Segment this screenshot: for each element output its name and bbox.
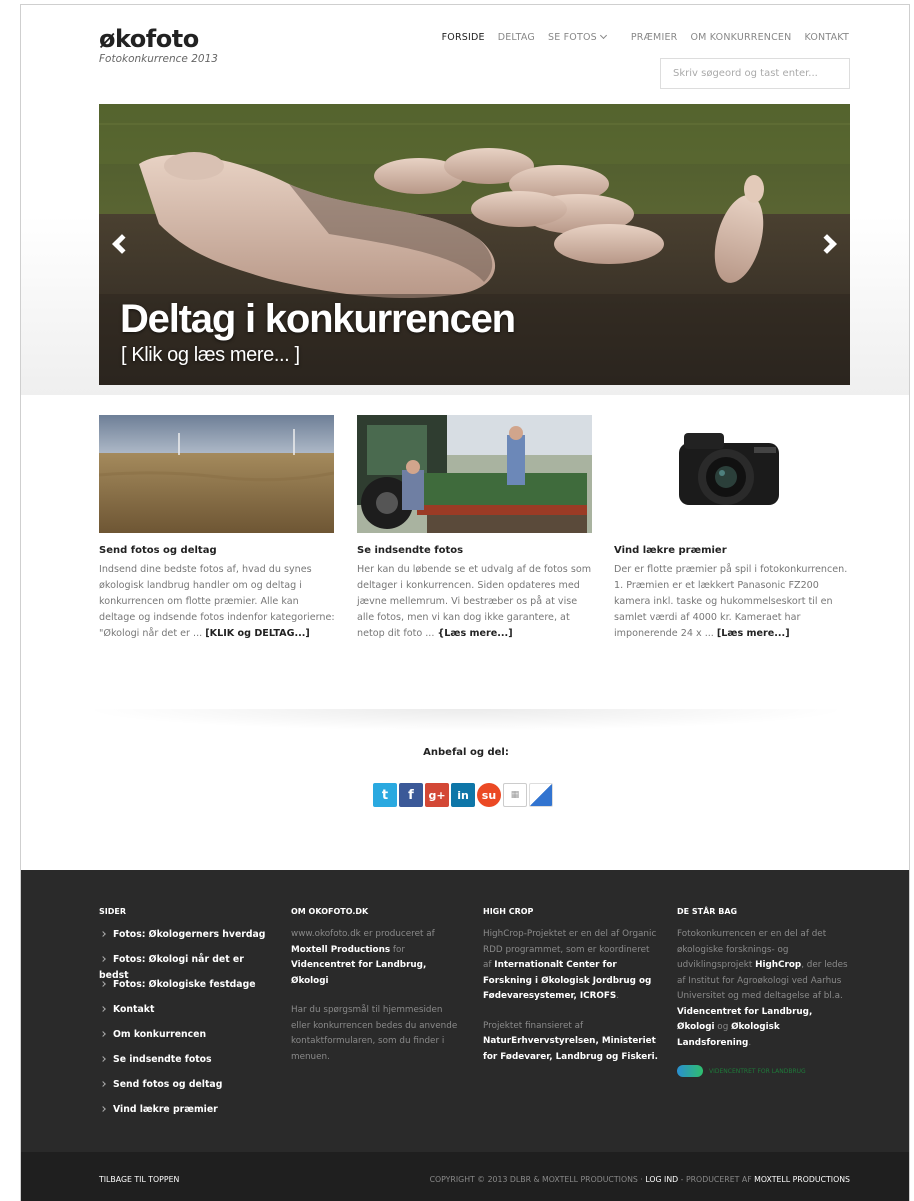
back-to-top-link[interactable]: TILBAGE TIL TOPPEN [99, 1175, 179, 1184]
footer-link[interactable]: Vind lækre præmier [99, 1102, 274, 1127]
footer-col-highcrop: HIGH CROP HighCrop-Projektet er en del a… [483, 907, 658, 1079]
footer-col-sider: SIDER Fotos: Økologerners hverdag Fotos:… [99, 907, 274, 1127]
page-frame: økofoto Fotokonkurrence 2013 FORSIDE DEL… [20, 4, 910, 1201]
videncentret-logo[interactable]: VIDENCENTRET FOR LANDBRUG [677, 1065, 852, 1077]
search-input[interactable]: Skriv søgeord og tast enter... [660, 58, 850, 89]
google-plus-icon[interactable]: g+ [425, 783, 449, 807]
thumb-wheat-field[interactable] [99, 415, 334, 533]
digg-icon[interactable]: ▦ [503, 783, 527, 807]
delicious-icon[interactable] [529, 783, 553, 807]
nav-se-fotos[interactable]: SE FOTOS [547, 31, 607, 43]
stumbleupon-icon[interactable]: su [477, 783, 501, 807]
videncentret-link[interactable]: Videncentret for Landbrug, Økologi [291, 960, 426, 986]
chevron-right-icon [100, 1056, 106, 1062]
linkedin-icon[interactable]: in [451, 783, 475, 807]
thumb-camera[interactable] [614, 415, 849, 533]
main-nav: FORSIDE DELTAG SE FOTOS PRÆMIER OM KONKU… [429, 31, 849, 43]
footer-text: Fotokonkurrencen er en del af det økolog… [677, 929, 848, 1048]
ministeriet-link[interactable]: NaturErhvervstyrelsen, Ministeriet for F… [483, 1036, 658, 1062]
nav-kontakt[interactable]: KONTAKT [804, 32, 849, 43]
login-link[interactable]: LOG IND [645, 1175, 678, 1184]
footer-page-list: Fotos: Økologerners hverdag Fotos: Økolo… [99, 927, 274, 1127]
footer-text: Har du spørgsmål til hjemmesiden eller k… [291, 1005, 458, 1062]
hero-image-pigs [99, 104, 850, 385]
feature-text: Her kan du løbende se et udvalg af de fo… [357, 564, 592, 639]
feature-send-fotos: Send fotos og deltag Indsend dine bedste… [99, 415, 335, 642]
site-logo[interactable]: økofoto [99, 25, 199, 53]
footer-heading: SIDER [99, 907, 127, 916]
read-more-link[interactable]: {Læs mere...] [437, 628, 512, 639]
read-more-link[interactable]: [Læs mere...] [717, 628, 790, 639]
camera-image [614, 415, 849, 533]
moxtell-link[interactable]: Moxtell Productions [291, 945, 390, 955]
icrofs-link[interactable]: Internationalt Center for Forskning i Øk… [483, 960, 651, 1001]
wheat-field-image [99, 415, 334, 533]
nav-forside[interactable]: FORSIDE [442, 32, 485, 43]
nav-om-konkurrencen[interactable]: OM KONKURRENCEN [690, 32, 791, 43]
chevron-right-icon [100, 931, 106, 937]
footer-col-om: OM OKOFOTO.DK www.okofoto.dk er producer… [291, 907, 461, 1079]
footer-heading: HIGH CROP [483, 907, 534, 916]
twitter-icon[interactable]: t [373, 783, 397, 807]
feature-title[interactable]: Vind lækre præmier [614, 545, 850, 556]
footer-text: HighCrop-Projektet er en del af Organic … [483, 929, 657, 1001]
section-divider [81, 709, 851, 731]
site-tagline: Fotokonkurrence 2013 [99, 53, 218, 65]
footer-heading: DE STÅR BAG [677, 907, 738, 916]
nav-deltag[interactable]: DELTAG [498, 32, 535, 43]
footer-link[interactable]: Fotos: Økologerners hverdag [99, 927, 274, 952]
feature-se-fotos: Se indsendte fotos Her kan du løbende se… [357, 415, 593, 642]
site-footer: SIDER Fotos: Økologerners hverdag Fotos:… [21, 870, 909, 1152]
footer-col-bag: DE STÅR BAG Fotokonkurrencen er en del a… [677, 907, 852, 1077]
share-title: Anbefal og del: [423, 747, 509, 758]
feature-vind-praemier: Vind lækre præmier Der er flotte præmier… [614, 415, 850, 642]
footer-bottom-bar: TILBAGE TIL TOPPEN COPYRIGHT © 2013 DLBR… [21, 1152, 909, 1201]
nav-se-fotos-label: SE FOTOS [547, 32, 597, 43]
footer-heading: OM OKOFOTO.DK [291, 907, 369, 916]
slider-next-arrow-icon[interactable] [817, 232, 840, 260]
feature-title[interactable]: Send fotos og deltag [99, 545, 335, 556]
chevron-right-icon [100, 956, 106, 962]
chevron-down-icon [599, 31, 607, 40]
footer-text: Projektet finansieret af NaturErhvervsty… [483, 1020, 658, 1062]
share-icons: t f g+ in su ▦ [373, 783, 553, 807]
thumb-tractor[interactable] [357, 415, 592, 533]
footer-link[interactable]: Fotos: Økologiske festdage [99, 977, 274, 1002]
read-more-link[interactable]: [KLIK og DELTAG...] [205, 628, 310, 639]
copyright-text: COPYRIGHT © 2013 DLBR & MOXTELL PRODUCTI… [429, 1175, 850, 1184]
footer-link[interactable]: Om konkurrencen [99, 1027, 274, 1052]
moxtell-link[interactable]: MOXTELL PRODUCTIONS [754, 1175, 850, 1184]
footer-link[interactable]: Kontakt [99, 1002, 274, 1027]
logo-text: VIDENCENTRET FOR LANDBRUG [709, 1067, 806, 1075]
chevron-right-icon [100, 1106, 106, 1112]
chevron-right-icon [100, 1081, 106, 1087]
tractor-image [357, 415, 592, 533]
footer-text: www.okofoto.dk er produceret af Moxtell … [291, 929, 435, 986]
logo-mark-icon [677, 1065, 703, 1077]
facebook-icon[interactable]: f [399, 783, 423, 807]
footer-link[interactable]: Se indsendte fotos [99, 1052, 274, 1077]
feature-title[interactable]: Se indsendte fotos [357, 545, 593, 556]
chevron-right-icon [100, 1006, 106, 1012]
hero-slider[interactable]: Deltag i konkurrencen [ Klik og læs mere… [99, 104, 850, 385]
hero-title[interactable]: Deltag i konkurrencen [120, 297, 516, 342]
hero-subtitle[interactable]: [ Klik og læs mere... ] [121, 344, 300, 367]
nav-praemier[interactable]: PRÆMIER [631, 32, 678, 43]
highcrop-link[interactable]: HighCrop [755, 960, 801, 970]
footer-link[interactable]: Fotos: Økologi når det er bedst [99, 952, 274, 981]
chevron-right-icon [100, 1031, 106, 1037]
feature-text: Indsend dine bedste fotos af, hvad du sy… [99, 564, 335, 639]
footer-link[interactable]: Send fotos og deltag [99, 1077, 274, 1102]
feature-text: Der er flotte præmier på spil i fotokonk… [614, 564, 848, 639]
slider-prev-arrow-icon[interactable] [109, 232, 132, 260]
chevron-right-icon [100, 981, 106, 987]
